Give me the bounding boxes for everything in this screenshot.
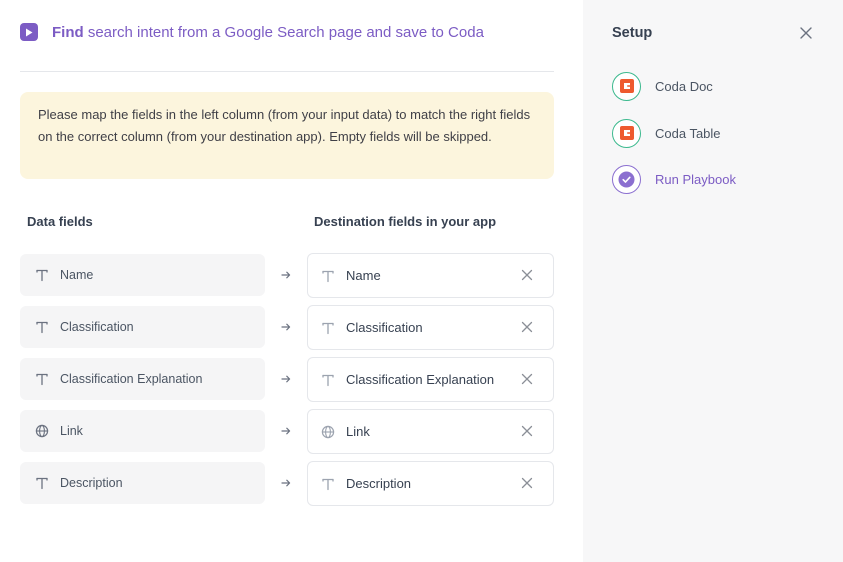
globe-icon — [320, 424, 336, 440]
step-status-indicator — [612, 164, 641, 194]
clear-field-icon[interactable] — [521, 373, 533, 385]
arrow-right-icon — [279, 372, 293, 386]
source-field: Classification Explanation — [20, 358, 265, 400]
playbook-header: Find search intent from a Google Search … — [20, 20, 554, 44]
source-field: Name — [20, 254, 265, 296]
setup-step[interactable]: Run Playbook — [612, 164, 736, 194]
mapping-row: Name Name — [20, 253, 554, 298]
text-type-icon — [320, 268, 336, 284]
mapping-notice: Please map the fields in the left column… — [20, 92, 554, 179]
close-icon[interactable] — [799, 26, 813, 40]
step-label: Coda Doc — [655, 78, 713, 94]
setup-title: Setup — [612, 25, 653, 41]
source-field-label: Name — [60, 268, 94, 282]
destination-field[interactable]: Classification — [307, 305, 554, 350]
mapping-row: Description Description — [20, 461, 554, 506]
destination-field[interactable]: Classification Explanation — [307, 357, 554, 402]
text-type-icon — [34, 267, 50, 283]
text-type-icon — [320, 476, 336, 492]
clear-field-icon[interactable] — [521, 477, 533, 489]
setup-step[interactable]: Coda Doc — [612, 71, 713, 101]
data-fields-header: Data fields — [27, 214, 93, 229]
source-field-label: Description — [60, 476, 123, 490]
coda-logo-icon — [619, 126, 634, 140]
step-status-indicator — [612, 71, 641, 101]
mapping-row: Classification Explanation Classification… — [20, 357, 554, 402]
destination-field-label: Classification — [346, 320, 423, 335]
main-panel: Find search intent from a Google Search … — [0, 0, 583, 562]
check-circle-icon — [618, 171, 635, 188]
clear-field-icon[interactable] — [521, 321, 533, 333]
text-type-icon — [34, 319, 50, 335]
text-type-icon — [320, 372, 336, 388]
destination-field-label: Classification Explanation — [346, 372, 495, 387]
source-field: Classification — [20, 306, 265, 348]
source-field-label: Classification — [60, 320, 134, 334]
globe-icon — [34, 423, 50, 439]
step-label: Coda Table — [655, 125, 721, 141]
text-type-icon — [34, 475, 50, 491]
setup-panel: Setup Coda Doc Coda Table Run Playbook — [583, 0, 843, 562]
arrow-right-icon — [279, 268, 293, 282]
arrow-right-icon — [279, 424, 293, 438]
source-field-label: Classification Explanation — [60, 372, 203, 386]
destination-field[interactable]: Description — [307, 461, 554, 506]
clear-field-icon[interactable] — [521, 425, 533, 437]
page-title: Find search intent from a Google Search … — [52, 24, 484, 41]
source-field-label: Link — [60, 424, 83, 438]
source-field: Link — [20, 410, 265, 452]
destination-field[interactable]: Name — [307, 253, 554, 298]
source-field: Description — [20, 462, 265, 504]
arrow-right-icon — [279, 320, 293, 334]
setup-step[interactable]: Coda Table — [612, 118, 721, 148]
destination-field-label: Name — [346, 268, 381, 283]
title-rest: search intent from a Google Search page … — [87, 23, 484, 41]
destination-field-label: Link — [346, 424, 370, 439]
step-status-indicator — [612, 118, 641, 148]
play-icon — [20, 23, 38, 41]
text-type-icon — [320, 320, 336, 336]
destination-fields-header: Destination fields in your app — [314, 214, 497, 229]
title-verb: Find — [52, 23, 84, 41]
coda-logo-icon — [619, 79, 634, 93]
text-type-icon — [34, 371, 50, 387]
mapping-row: Classification Classification — [20, 305, 554, 350]
destination-field-label: Description — [346, 476, 412, 491]
divider — [20, 71, 554, 72]
mapping-row: Link Link — [20, 409, 554, 454]
destination-field[interactable]: Link — [307, 409, 554, 454]
clear-field-icon[interactable] — [521, 269, 533, 281]
arrow-right-icon — [279, 476, 293, 490]
step-label: Run Playbook — [655, 171, 736, 187]
